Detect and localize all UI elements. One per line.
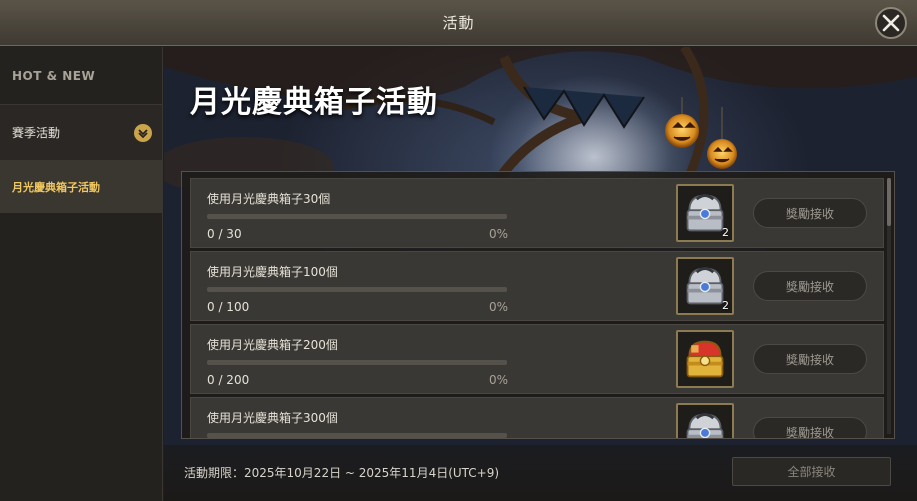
- sidebar-item-season-events[interactable]: 賽季活動: [0, 105, 162, 161]
- mission-label: 使用月光慶典箱子300個: [207, 411, 338, 425]
- reward-quantity: 2: [722, 226, 729, 239]
- mission-row: 使用月光慶典箱子30個 0 / 30 0% 2 獎勵接收: [190, 178, 884, 248]
- close-icon: [882, 14, 900, 32]
- sidebar-item-label: 賽季活動: [12, 126, 61, 140]
- mission-label: 使用月光慶典箱子200個: [207, 338, 338, 352]
- mission-label: 使用月光慶典箱子30個: [207, 192, 331, 206]
- progress-count: 0 / 30: [207, 227, 242, 241]
- silver-chest-icon: [682, 409, 728, 438]
- reward-quantity: 2: [722, 299, 729, 312]
- event-title: 月光慶典箱子活動: [190, 85, 438, 120]
- title-bar: 活動: [0, 0, 917, 46]
- scrollbar-thumb[interactable]: [887, 178, 891, 226]
- progress-count: 0 / 100: [207, 300, 250, 314]
- progress-percent: 0%: [489, 227, 509, 241]
- mission-label: 使用月光慶典箱子100個: [207, 265, 338, 279]
- claim-reward-button[interactable]: 獎勵接收: [753, 198, 867, 228]
- sidebar: HOT & NEW 賽季活動 月光慶典箱子活動: [0, 47, 163, 501]
- progress-bar: [207, 360, 507, 365]
- mission-row: 使用月光慶典箱子200個 0 / 200 0% 獎勵接收: [190, 324, 884, 394]
- reward-item[interactable]: [676, 403, 734, 438]
- gold-chest-icon: [682, 336, 728, 382]
- claim-reward-button[interactable]: 獎勵接收: [753, 417, 867, 438]
- scrollbar[interactable]: [887, 178, 891, 434]
- event-content: 月光慶典箱子活動 使用月光慶典箱子30個 0 / 30 0% 2 獎勵接收 使用月光慶典箱…: [164, 47, 917, 501]
- close-button[interactable]: [875, 7, 907, 39]
- claim-reward-button[interactable]: 獎勵接收: [753, 271, 867, 301]
- sidebar-subitem-label: 月光慶典箱子活動: [12, 181, 100, 194]
- claim-reward-button[interactable]: 獎勵接收: [753, 344, 867, 374]
- window-title: 活動: [442, 14, 475, 32]
- event-period: 活動期限：2025年10月22日 ~ 2025年11月4日(UTC+9): [184, 466, 500, 480]
- progress-percent: 0%: [489, 300, 509, 314]
- mission-row: 使用月光慶典箱子100個 0 / 100 0% 2 獎勵接收: [190, 251, 884, 321]
- progress-count: 0 / 200: [207, 373, 250, 387]
- event-window: 活動 HOT & NEW 賽季活動 月光慶典箱子活動 月光慶典箱子活動 使用月光…: [0, 0, 917, 501]
- sidebar-item-moonlight-chest-event[interactable]: 月光慶典箱子活動: [0, 161, 162, 213]
- progress-percent: 0%: [489, 373, 509, 387]
- reward-item[interactable]: 2: [676, 184, 734, 242]
- claim-all-button[interactable]: 全部接收: [732, 457, 891, 486]
- reward-item[interactable]: 2: [676, 257, 734, 315]
- progress-bar: [207, 433, 507, 438]
- progress-bar: [207, 287, 507, 292]
- chevron-down-icon: [134, 124, 152, 142]
- mission-list[interactable]: 使用月光慶典箱子30個 0 / 30 0% 2 獎勵接收 使用月光慶典箱子100個 0 / …: [181, 171, 895, 439]
- sidebar-heading[interactable]: HOT & NEW: [0, 47, 162, 105]
- mission-row: 使用月光慶典箱子300個0 / 3000%獎勵接收: [190, 397, 884, 438]
- reward-item[interactable]: [676, 330, 734, 388]
- progress-bar: [207, 214, 507, 219]
